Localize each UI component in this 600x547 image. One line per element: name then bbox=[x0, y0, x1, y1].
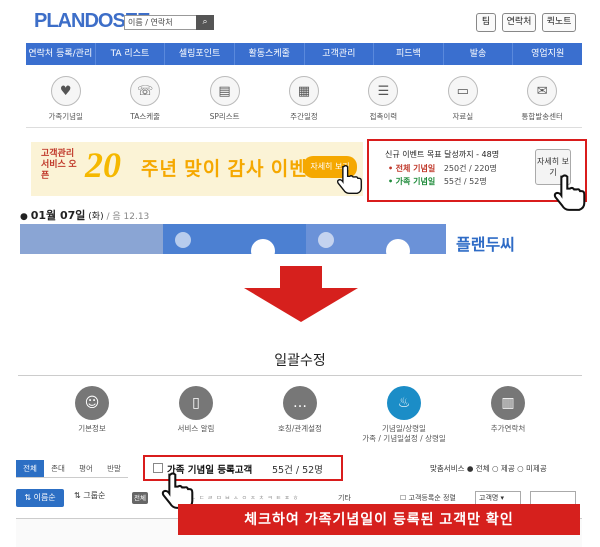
category-label: 기념일/상령일 가족 / 기념일설정 / 상령일 bbox=[362, 424, 446, 443]
service-filter[interactable]: 맞춤서비스 ● 전체 ○ 제공 ○ 미제공 bbox=[430, 463, 547, 474]
total-anniversary-label: 전체 기념일 bbox=[395, 164, 436, 173]
menu-label: 주간일정 bbox=[290, 112, 318, 121]
total-anniversary-value: 250건 / 220명 bbox=[443, 164, 497, 173]
today-date: ● 01월 07일 (화) / 음 12.13 bbox=[20, 207, 149, 223]
goal-title: 신규 이벤트 목표 달성까지 - 48명 bbox=[385, 150, 500, 159]
dashboard-tile[interactable] bbox=[163, 224, 306, 263]
modal-title: 일괄수정 bbox=[274, 353, 326, 369]
nav-item-activity[interactable]: 활동스케줄 bbox=[235, 43, 305, 65]
menu-contact-history[interactable]: ☰ 접촉이력 bbox=[344, 66, 423, 127]
nav-item-sales[interactable]: 영업지원 bbox=[513, 43, 582, 65]
edit-category-menu: ☺ 기본정보 ▯ 서비스 알림 … 호칭/관계설정 ♨ 기념일/상령일 가족 / 기념일설… bbox=[40, 386, 560, 443]
star-icon bbox=[318, 232, 334, 248]
menu-send-center[interactable]: ✉ 통합발송센터 bbox=[503, 66, 582, 127]
person-icon: ☺ bbox=[75, 386, 109, 420]
cake-icon: ♨ bbox=[387, 386, 421, 420]
menu-label: 자료실 bbox=[452, 112, 474, 121]
category-label: 추가연락처 bbox=[490, 424, 526, 433]
brand-tile: 플랜두씨 bbox=[446, 224, 582, 254]
menu-label: SP리스트 bbox=[209, 112, 240, 121]
chat-icon: … bbox=[283, 386, 317, 420]
date-main: 01월 07일 bbox=[30, 209, 86, 222]
family-anniversary-line: • 가족 기념일 55건 / 52명 bbox=[388, 176, 487, 187]
nav-item-send[interactable]: 발송 bbox=[444, 43, 514, 65]
banner-subtitle: 고객관리 서비스 오픈 bbox=[41, 148, 77, 180]
dot-icon: ● bbox=[20, 212, 31, 222]
sort-field-select[interactable]: 고객명 ▾ bbox=[475, 491, 521, 505]
bullet-icon: • bbox=[388, 177, 394, 186]
phone-icon: ☏ bbox=[130, 76, 161, 106]
family-anniversary-value: 55건 / 52명 bbox=[443, 177, 487, 186]
letter-etc[interactable]: 기타 bbox=[338, 493, 351, 503]
sort-by-name-button[interactable]: ⇅ 이름순 bbox=[16, 489, 64, 507]
category-sublabel: 가족 / 기념일설정 / 상령일 bbox=[362, 434, 446, 443]
menu-weekly-schedule[interactable]: ▦ 주간일정 bbox=[264, 66, 343, 127]
all-letters-badge[interactable]: 전체 bbox=[132, 492, 148, 504]
tab-plain[interactable]: 평어 bbox=[72, 460, 100, 478]
category-label: 서비스 알림 bbox=[177, 424, 215, 433]
bell-icon: ▯ bbox=[179, 386, 213, 420]
mail-icon: ✉ bbox=[527, 76, 558, 106]
menu-sp-list[interactable]: ▤ SP리스트 bbox=[185, 66, 264, 127]
date-day: (화) bbox=[88, 212, 104, 222]
team-button[interactable]: 팀 bbox=[476, 13, 496, 32]
sort-by-group-button[interactable]: ⇅ 그룹순 bbox=[74, 490, 105, 501]
category-basic-info[interactable]: ☺ 기본정보 bbox=[40, 386, 144, 442]
register-order-checkbox[interactable]: ☐ 고객등록순 정렬 bbox=[400, 493, 456, 503]
family-anniversary-count: 55건 / 52명 bbox=[272, 465, 323, 476]
banner-number: 20 bbox=[85, 145, 121, 185]
bullet-icon: • bbox=[388, 164, 394, 173]
dashboard-tile[interactable] bbox=[306, 224, 446, 263]
nav-item-customer[interactable]: 고객관리 bbox=[305, 43, 375, 65]
folder-icon: ▭ bbox=[447, 76, 478, 106]
quick-menu: ♥ 가족기념일 ☏ TA스케줄 ▤ SP리스트 ▦ 주간일정 ☰ 접촉이력 ▭ 자료실 ✉ 통… bbox=[26, 66, 582, 128]
document-icon: ▤ bbox=[209, 76, 240, 106]
menu-label: 가족기념일 bbox=[48, 112, 83, 121]
nav-item-selling-point[interactable]: 셀링포인트 bbox=[165, 43, 235, 65]
category-anniversary[interactable]: ♨ 기념일/상령일 가족 / 기념일설정 / 상령일 bbox=[352, 386, 456, 443]
menu-label: TA스케줄 bbox=[130, 112, 161, 121]
speech-tabs: 전체 존대 평어 반말 bbox=[16, 460, 128, 478]
main-nav: 연락처 등록/관리 TA 리스트 셀링포인트 활동스케줄 고객관리 피드백 발송… bbox=[26, 43, 582, 65]
pointer-hand-icon bbox=[553, 174, 586, 211]
date-lunar: / 음 12.13 bbox=[106, 212, 150, 222]
total-anniversary-line: • 전체 기념일 250건 / 220명 bbox=[388, 163, 497, 174]
nav-item-feedback[interactable]: 피드백 bbox=[374, 43, 444, 65]
nav-item-contacts[interactable]: 연락처 등록/관리 bbox=[26, 43, 96, 65]
event-banner[interactable]: 고객관리 서비스 오픈 20 주년 맞이 감사 이벤트 자세히 보기 bbox=[31, 142, 363, 196]
circle-badge bbox=[251, 239, 275, 263]
banner-title: 주년 맞이 감사 이벤트 bbox=[141, 159, 327, 180]
menu-label: 접촉이력 bbox=[369, 112, 398, 121]
calendar-icon: ▦ bbox=[288, 76, 319, 106]
circle-badge bbox=[386, 239, 410, 263]
category-service-alert[interactable]: ▯ 서비스 알림 bbox=[144, 386, 248, 442]
dashboard-tile[interactable] bbox=[20, 224, 163, 254]
category-label: 호칭/관계설정 bbox=[278, 424, 322, 433]
search-icon[interactable]: ⌕ bbox=[196, 15, 214, 30]
menu-archive[interactable]: ▭ 자료실 bbox=[423, 66, 502, 127]
menu-ta-schedule[interactable]: ☏ TA스케줄 bbox=[105, 66, 184, 127]
tab-formal[interactable]: 존대 bbox=[44, 460, 72, 478]
family-anniversary-label: 가족 기념일 bbox=[395, 177, 436, 186]
contacts-button[interactable]: 연락처 bbox=[502, 13, 536, 32]
menu-label: 통합발송센터 bbox=[521, 112, 563, 121]
quicknote-button[interactable]: 퀵노트 bbox=[542, 13, 576, 32]
category-extra-contact[interactable]: ▥ 추가연락처 bbox=[456, 386, 560, 442]
letter-index[interactable]: ㄱㄴㄷㄹㅁㅂㅅㅇㅈㅊㅋㅌㅍㅎ bbox=[182, 493, 301, 502]
nav-item-ta-list[interactable]: TA 리스트 bbox=[96, 43, 166, 65]
heart-icon: ♥ bbox=[50, 76, 81, 106]
menu-family-anniversary[interactable]: ♥ 가족기념일 bbox=[26, 66, 105, 127]
divider bbox=[18, 375, 582, 376]
category-label: 기본정보 bbox=[78, 424, 106, 433]
address-book-icon: ▥ bbox=[491, 386, 525, 420]
pointer-hand-icon bbox=[336, 165, 362, 194]
instruction-caption: 체크하여 가족기념일이 등록된 고객만 확인 bbox=[178, 504, 580, 535]
contact-history-icon: ☰ bbox=[368, 76, 399, 106]
search-field-input[interactable] bbox=[530, 491, 576, 505]
category-title-relation[interactable]: … 호칭/관계설정 bbox=[248, 386, 352, 442]
tab-all[interactable]: 전체 bbox=[16, 460, 44, 478]
down-arrow-icon bbox=[244, 266, 358, 322]
phone-icon bbox=[175, 232, 191, 248]
tab-casual[interactable]: 반말 bbox=[100, 460, 128, 478]
